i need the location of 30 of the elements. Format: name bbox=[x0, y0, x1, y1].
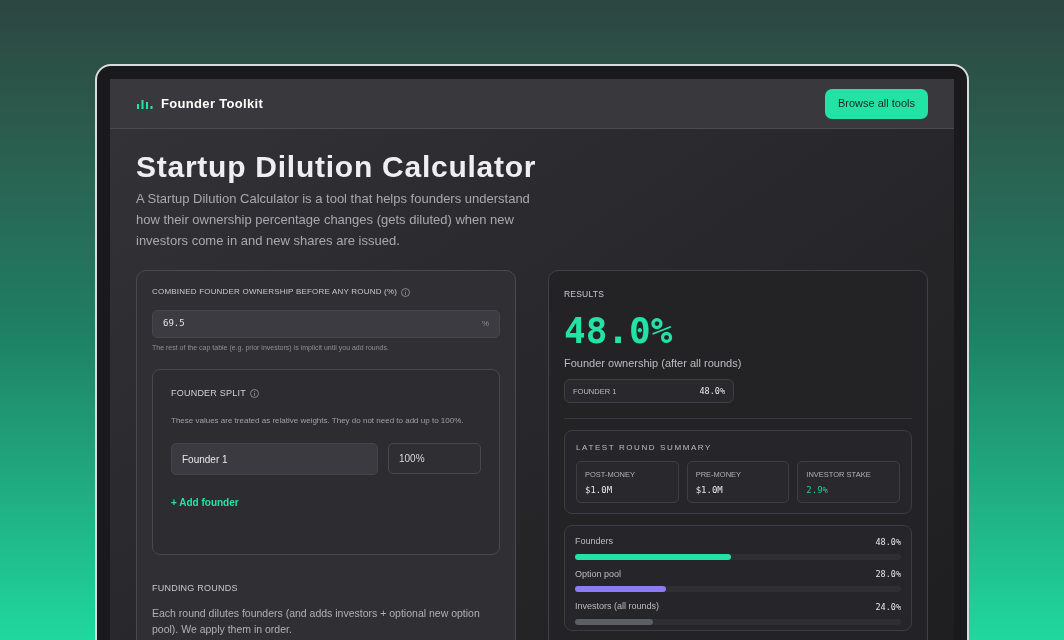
summary-title: LATEST ROUND SUMMARY bbox=[576, 442, 713, 455]
section-note: These values are treated as relative weights. They do not need to add up to 100%. bbox=[171, 415, 465, 427]
ownership-percentage: 48.0% bbox=[564, 308, 674, 353]
breakdown-value: 28.0% bbox=[875, 568, 901, 581]
section-title: FUNDING ROUNDS bbox=[152, 581, 239, 595]
breakdown-label: Option pool bbox=[575, 567, 622, 581]
browse-tools-button[interactable]: Browse all tools bbox=[824, 88, 928, 119]
founder-share: 48.0% bbox=[699, 384, 725, 398]
ownership-input[interactable]: 69.5 % bbox=[152, 310, 500, 338]
page-title: Startup Dilution Calculator bbox=[136, 149, 538, 185]
section-title: FOUNDER SPLIT bbox=[171, 386, 246, 400]
breakdown-value: 24.0% bbox=[875, 600, 901, 614]
brand-name[interactable]: Founder Toolkit bbox=[161, 93, 264, 114]
stat-value: $1.0M bbox=[695, 483, 724, 497]
founder-name-input[interactable]: Founder 1 bbox=[171, 443, 378, 475]
stat-value: $1.0M bbox=[585, 483, 614, 497]
info-icon[interactable] bbox=[401, 287, 411, 297]
section-note: Each round dilutes founders (and adds investors + optional new option pool). We apply them in order. bbox=[152, 606, 481, 637]
breakdown-label: Investors (all rounds) bbox=[575, 600, 660, 614]
ownership-caption: Founder ownership (after all rounds) bbox=[564, 355, 743, 371]
info-icon[interactable] bbox=[249, 388, 259, 398]
field-label: COMBINED FOUNDER OWNERSHIP BEFORE ANY ROUND (%) bbox=[152, 286, 398, 298]
results-title: RESULTS bbox=[564, 288, 606, 301]
page-description: A Startup Dilution Calculator is a tool that helps founders understand how their ownership percentage changes (gets diluted) when new investors come in and new shares are issued. bbox=[136, 190, 531, 250]
breakdown-value: 48.0% bbox=[875, 535, 901, 549]
add-founder-link[interactable]: + Add founder bbox=[171, 495, 239, 510]
breakdown-label: Founders bbox=[575, 535, 614, 549]
founder-weight-input[interactable]: 100% bbox=[388, 443, 481, 474]
stat-value: 2.9% bbox=[806, 483, 829, 497]
bar-chart-icon bbox=[137, 98, 153, 109]
